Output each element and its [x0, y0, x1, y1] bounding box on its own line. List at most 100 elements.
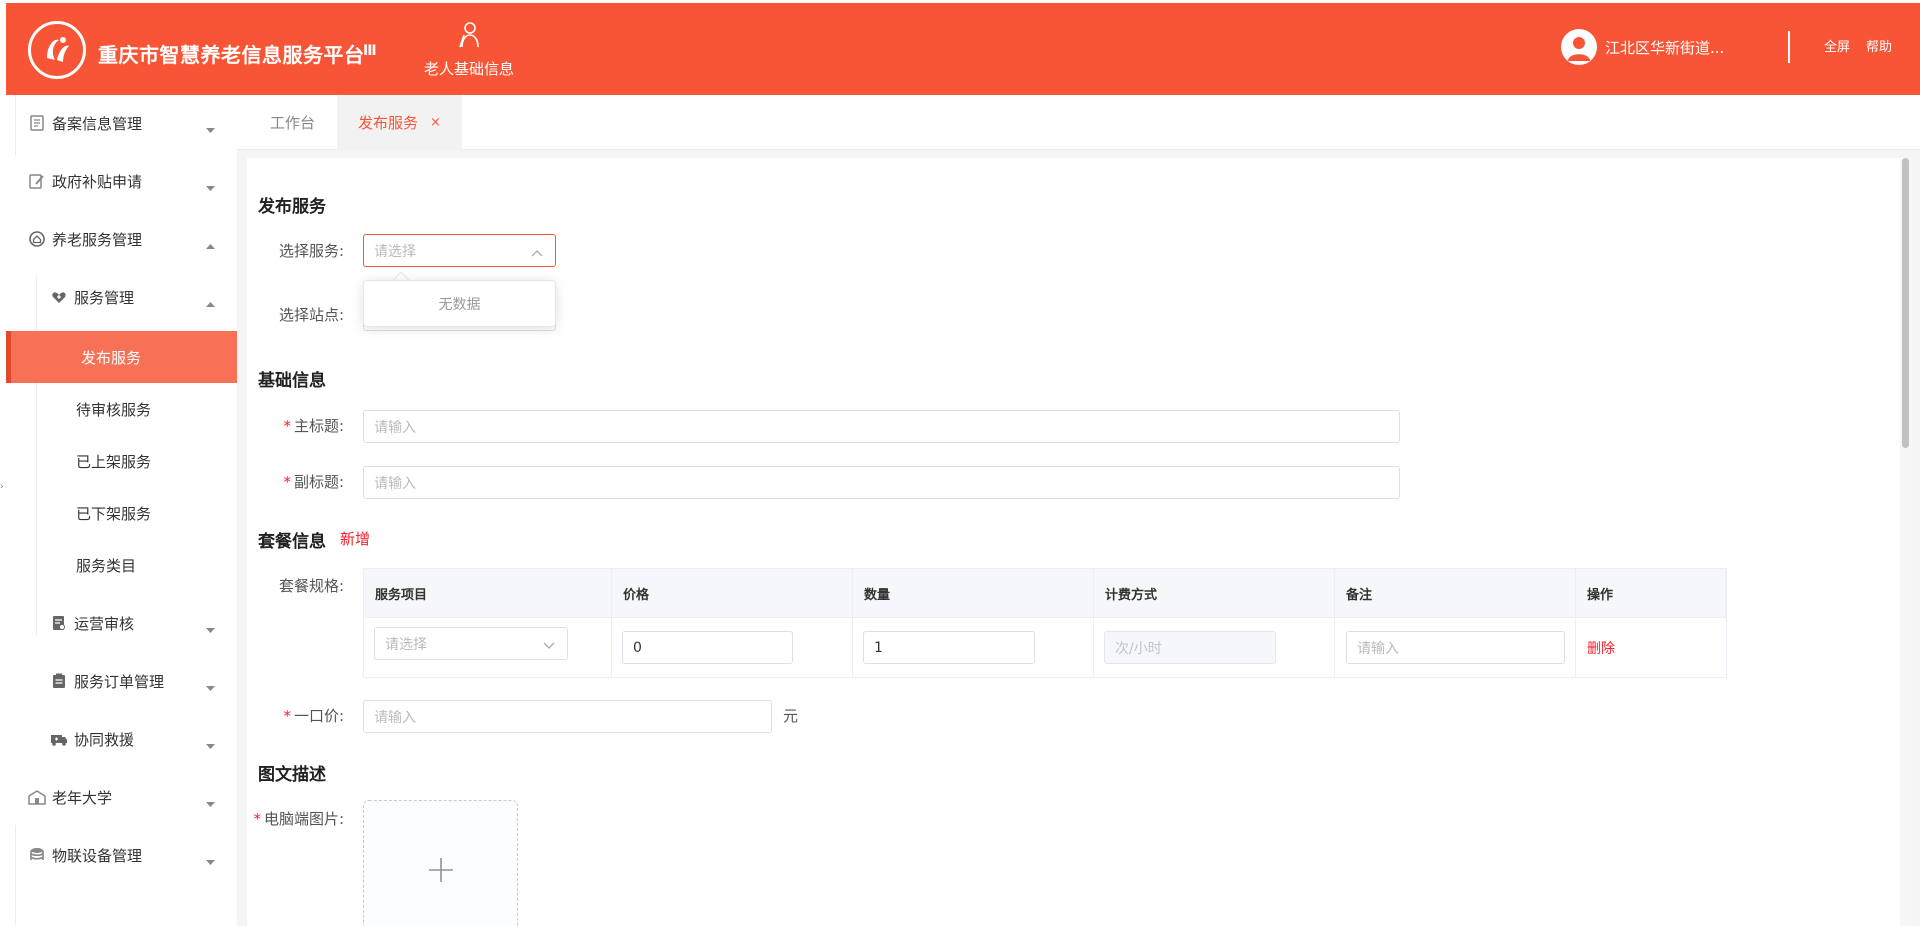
order-icon — [50, 672, 68, 690]
vertical-scrollbar[interactable] — [1900, 158, 1912, 926]
sidebar-item-delisted-service[interactable]: 已下架服务 — [6, 487, 237, 539]
column-header: 数量 — [853, 569, 1094, 618]
sidebar-item-senior-university[interactable]: 老年大学 — [6, 769, 237, 825]
required-mark: * — [253, 810, 261, 828]
top-header: 重庆市智慧养老信息服务平台 III 老人基础信息 江北区华新街道... 全屏 帮… — [6, 3, 1920, 95]
tab-workbench[interactable]: 工作台 — [249, 95, 336, 150]
sidebar-item-label: 待审核服务 — [76, 400, 152, 419]
chevron-up-icon — [531, 245, 543, 261]
pc-image-label: * 电脑端图片: — [250, 808, 344, 829]
column-header: 备注 — [1335, 569, 1576, 618]
sidebar-item-elderly-service[interactable]: 养老服务管理 — [6, 211, 237, 267]
billing-method-input: 次/小时 — [1104, 631, 1276, 664]
sidebar-item-label: 政府补贴申请 — [52, 172, 143, 191]
sidebar-item-label: 服务类目 — [76, 556, 137, 575]
section-basic-title: 基础信息 — [258, 371, 326, 391]
delete-row-link[interactable]: 删除 — [1587, 638, 1615, 658]
input-placeholder: 请输入 — [374, 709, 416, 726]
select-station-label: 选择站点: — [278, 306, 344, 324]
database-icon — [28, 846, 46, 864]
select-placeholder: 请选择 — [374, 243, 416, 260]
title-label-text: 主标题: — [293, 417, 344, 435]
required-mark: * — [283, 707, 291, 725]
sidebar-item-listed-service[interactable]: 已上架服务 — [6, 435, 237, 487]
logo — [28, 21, 86, 79]
input-placeholder: 请输入 — [374, 475, 416, 492]
note-input[interactable]: 请输入 — [1346, 631, 1565, 664]
caret-down-icon — [206, 620, 215, 638]
dropdown-empty-text: 无数据 — [438, 296, 481, 313]
caret-down-icon — [206, 736, 215, 754]
service-item-select[interactable]: 请选择 — [374, 627, 568, 660]
sidebar-item-label: 协同救援 — [74, 730, 135, 749]
column-header: 价格 — [612, 569, 853, 618]
scroll-thumb[interactable] — [1902, 158, 1909, 448]
caret-down-icon — [206, 794, 215, 812]
select-service-dropdown[interactable]: 请选择 — [363, 234, 556, 267]
required-mark: * — [283, 473, 291, 491]
quantity-input[interactable]: 1 — [863, 631, 1035, 664]
input-placeholder: 请输入 — [374, 419, 416, 436]
ambulance-icon — [50, 730, 68, 748]
price-input[interactable]: 0 — [622, 631, 793, 664]
sidebar-item-subsidy[interactable]: 政府补贴申请 — [6, 153, 237, 209]
caret-down-icon — [206, 178, 215, 196]
caret-up-icon — [206, 294, 215, 312]
logo-emblem-icon — [47, 37, 69, 62]
subtitle-input[interactable]: 请输入 — [363, 466, 1400, 499]
title-label: * 主标题: — [270, 415, 344, 436]
sidebar-item-publish-service[interactable]: 发布服务 — [6, 331, 237, 383]
sidebar-item-service-category[interactable]: 服务类目 — [6, 539, 237, 591]
sidebar-item-label: 备案信息管理 — [52, 114, 143, 133]
fullscreen-button[interactable]: 全屏 — [1824, 36, 1850, 55]
tab-bar: 工作台 发布服务 × — [237, 95, 1920, 150]
top-nav-elder-info[interactable]: 老人基础信息 — [410, 21, 528, 79]
user-menu[interactable]: 江北区华新街道... — [1561, 29, 1724, 65]
sidebar-item-operation-audit[interactable]: 运营审核 — [6, 595, 237, 651]
sidebar-item-label: 服务订单管理 — [74, 672, 165, 691]
caret-down-icon — [206, 678, 215, 696]
document-icon — [28, 114, 46, 132]
caret-up-icon — [206, 236, 215, 254]
sidebar: 备案信息管理 政府补贴申请 养老服务管理 服务管理 发布服务 待审核服务 已上架… — [6, 95, 237, 926]
section-package-title: 套餐信息 — [258, 532, 326, 552]
section-publish-title: 发布服务 — [258, 197, 326, 217]
tab-publish-service[interactable]: 发布服务 × — [337, 95, 462, 150]
price-value: 0 — [633, 639, 642, 656]
plus-icon — [428, 858, 453, 882]
sidebar-item-label: 运营审核 — [74, 614, 135, 633]
sidebar-item-label: 物联设备管理 — [52, 846, 143, 865]
collapse-sidebar-icon[interactable]: › — [0, 482, 4, 492]
select-service-label: 选择服务: — [278, 242, 344, 260]
fixed-price-label-text: 一口价: — [293, 707, 344, 725]
input-placeholder: 请输入 — [1357, 640, 1399, 657]
sidebar-item-label: 老年大学 — [52, 788, 113, 807]
image-upload-area[interactable] — [363, 800, 518, 926]
menu-toggle-button[interactable]: III — [363, 43, 377, 59]
heart-tag-icon — [50, 288, 68, 306]
fixed-price-input[interactable]: 请输入 — [363, 700, 772, 733]
sidebar-item-label: 发布服务 — [81, 348, 142, 367]
audit-icon — [50, 614, 68, 632]
sidebar-item-label: 服务管理 — [74, 288, 135, 307]
select-placeholder: 请选择 — [385, 636, 427, 653]
edit-doc-icon — [28, 172, 46, 190]
billing-placeholder: 次/小时 — [1115, 640, 1162, 657]
add-package-link[interactable]: 新增 — [340, 528, 370, 549]
school-icon — [28, 788, 46, 806]
help-button[interactable]: 帮助 — [1866, 36, 1892, 55]
caret-down-icon — [206, 120, 215, 138]
sidebar-item-service-mgmt[interactable]: 服务管理 — [6, 269, 237, 325]
sidebar-item-order-mgmt[interactable]: 服务订单管理 — [6, 653, 237, 709]
user-icon — [1568, 37, 1590, 61]
currency-unit: 元 — [783, 707, 799, 725]
pc-image-label-text: 电脑端图片: — [263, 810, 344, 828]
subtitle-label: * 副标题: — [270, 471, 344, 492]
sidebar-item-rescue[interactable]: 协同救援 — [6, 711, 237, 767]
subtitle-label-text: 副标题: — [293, 473, 344, 491]
sidebar-item-iot-devices[interactable]: 物联设备管理 — [6, 827, 237, 883]
title-input[interactable]: 请输入 — [363, 410, 1400, 443]
sidebar-item-filing[interactable]: 备案信息管理 — [6, 95, 237, 151]
close-icon[interactable]: × — [430, 115, 441, 130]
sidebar-item-pending-service[interactable]: 待审核服务 — [6, 383, 237, 435]
